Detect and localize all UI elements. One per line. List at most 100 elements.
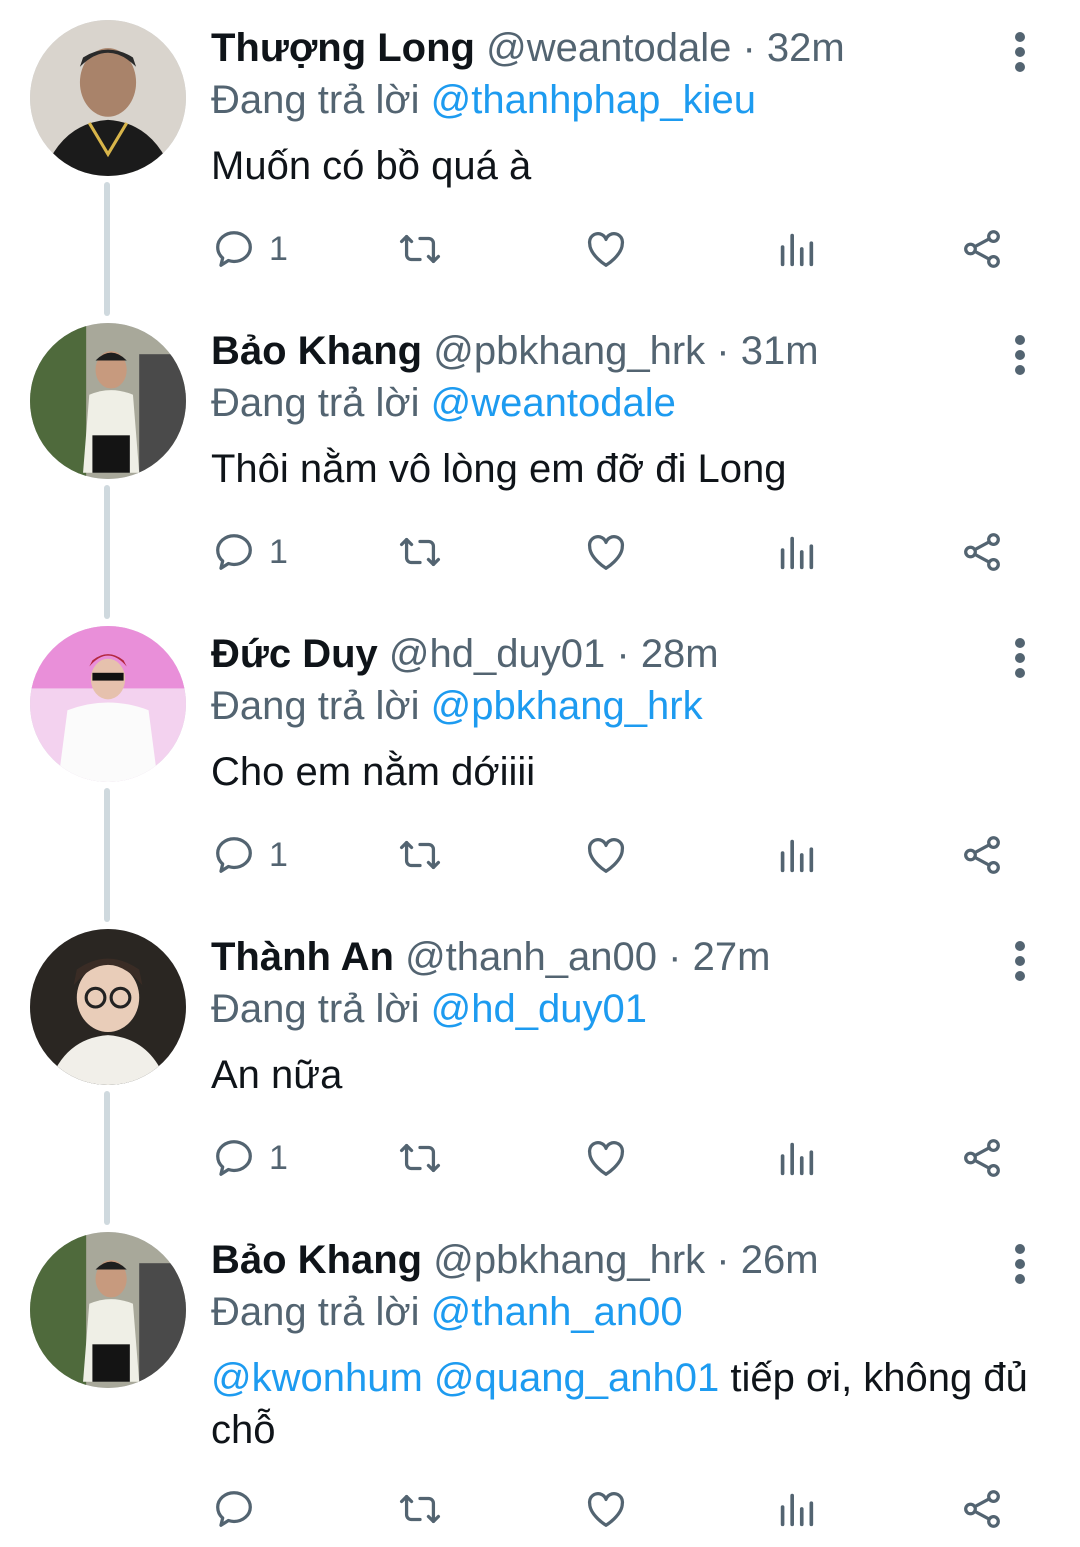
replying-to: Đang trả lời @pbkhang_hrk (211, 680, 1040, 732)
more-options-button[interactable] (1008, 329, 1032, 381)
replying-mention-link[interactable]: @hd_duy01 (431, 987, 647, 1031)
reply-tweet[interactable]: Bảo Khang @pbkhang_hrk · 26m Đang trả lờ… (0, 1212, 1080, 1547)
separator-dot: · (668, 935, 682, 979)
like-button[interactable] (583, 1479, 629, 1539)
replying-to: Đang trả lời @hd_duy01 (211, 983, 1040, 1035)
views-icon (780, 1142, 814, 1176)
display-name[interactable]: Bảo Khang (211, 1238, 422, 1282)
more-vertical-icon (1015, 365, 1025, 375)
retweet-icon (399, 1494, 441, 1524)
timestamp[interactable]: 32m (767, 26, 845, 70)
tweet-text-content: An nữa (211, 1053, 343, 1097)
share-icon (964, 533, 1000, 571)
views-button[interactable] (773, 1479, 819, 1539)
reply-tweet[interactable]: Bảo Khang @pbkhang_hrk · 31m Đang trả lờ… (0, 303, 1080, 603)
replying-to: Đang trả lời @thanhphap_kieu (211, 74, 1040, 126)
avatar[interactable] (30, 323, 186, 479)
tweet-actions: 1 (211, 1128, 1031, 1188)
reply-icon (216, 1140, 252, 1176)
views-button[interactable] (773, 522, 819, 582)
more-options-button[interactable] (1008, 26, 1032, 78)
avatar[interactable] (30, 1232, 186, 1388)
replying-label: Đang trả lời (211, 684, 420, 728)
display-name[interactable]: Thượng Long (211, 26, 475, 70)
user-handle[interactable]: @weantodale (486, 26, 731, 70)
timestamp[interactable]: 31m (741, 329, 819, 373)
more-vertical-icon (1015, 335, 1025, 345)
avatar[interactable] (30, 929, 186, 1085)
avatar[interactable] (30, 626, 186, 782)
tweet-text-content: Muốn có bồ quá à (211, 144, 532, 188)
share-icon (964, 230, 1000, 268)
display-name[interactable]: Đức Duy (211, 632, 378, 676)
like-button[interactable] (583, 825, 629, 885)
retweet-button[interactable] (397, 522, 443, 582)
retweet-icon (399, 537, 441, 567)
replying-mention-link[interactable]: @thanhphap_kieu (431, 78, 756, 122)
display-name[interactable]: Thành An (211, 935, 394, 979)
heart-icon (587, 1492, 625, 1527)
more-options-button[interactable] (1008, 935, 1032, 987)
tweet-header: Thượng Long @weantodale · 32m (211, 22, 1040, 74)
body-mentions[interactable]: @kwonhum @quang_anh01 (211, 1356, 719, 1400)
heart-icon (587, 1141, 625, 1176)
reply-button[interactable]: 1 (211, 219, 288, 279)
views-icon (780, 1493, 814, 1527)
like-button[interactable] (583, 522, 629, 582)
views-button[interactable] (773, 825, 819, 885)
retweet-icon (399, 840, 441, 870)
share-icon (964, 1139, 1000, 1177)
reply-button[interactable] (211, 1479, 269, 1539)
like-button[interactable] (583, 1128, 629, 1188)
replying-mention-link[interactable]: @thanh_an00 (431, 1290, 683, 1334)
timestamp[interactable]: 28m (641, 632, 719, 676)
reply-button[interactable]: 1 (211, 1128, 288, 1188)
separator-dot: · (716, 329, 730, 373)
reply-tweet[interactable]: Thượng Long @weantodale · 32m Đang trả l… (0, 0, 1080, 300)
retweet-button[interactable] (397, 219, 443, 279)
more-vertical-icon (1015, 1244, 1025, 1254)
retweet-button[interactable] (397, 1479, 443, 1539)
user-handle[interactable]: @pbkhang_hrk (433, 1238, 705, 1282)
tweet-text-content: Thôi nằm vô lòng em đỡ đi Long (211, 447, 787, 491)
reply-tweet[interactable]: Thành An @thanh_an00 · 27m Đang trả lời … (0, 909, 1080, 1209)
timestamp[interactable]: 27m (693, 935, 771, 979)
retweet-button[interactable] (397, 1128, 443, 1188)
tweet-text: Thôi nằm vô lòng em đỡ đi Long (211, 443, 1040, 495)
avatar[interactable] (30, 20, 186, 176)
tweet-actions: 1 (211, 522, 1031, 582)
timestamp[interactable]: 26m (741, 1238, 819, 1282)
retweet-button[interactable] (397, 825, 443, 885)
reply-button[interactable]: 1 (211, 825, 288, 885)
like-button[interactable] (583, 219, 629, 279)
reply-count: 1 (269, 835, 288, 874)
separator-dot: · (616, 632, 630, 676)
heart-icon (587, 232, 625, 267)
more-vertical-icon (1015, 47, 1025, 57)
share-button[interactable] (959, 825, 1005, 885)
views-button[interactable] (773, 1128, 819, 1188)
reply-count: 1 (269, 1138, 288, 1177)
reply-button[interactable]: 1 (211, 522, 288, 582)
more-options-button[interactable] (1008, 632, 1032, 684)
tweet-actions: 1 (211, 219, 1031, 279)
share-button[interactable] (959, 522, 1005, 582)
replying-mention-link[interactable]: @pbkhang_hrk (431, 684, 703, 728)
share-button[interactable] (959, 1479, 1005, 1539)
replying-mention-link[interactable]: @weantodale (431, 381, 676, 425)
retweet-icon (399, 234, 441, 264)
user-handle[interactable]: @hd_duy01 (389, 632, 605, 676)
more-vertical-icon (1015, 32, 1025, 42)
user-handle[interactable]: @pbkhang_hrk (433, 329, 705, 373)
more-options-button[interactable] (1008, 1238, 1032, 1290)
replying-label: Đang trả lời (211, 78, 420, 122)
separator-dot: · (742, 26, 756, 70)
user-handle[interactable]: @thanh_an00 (405, 935, 657, 979)
views-button[interactable] (773, 219, 819, 279)
reply-icon (216, 1491, 252, 1527)
tweet-text: @kwonhum @quang_anh01 tiếp ơi, không đủ … (211, 1352, 1040, 1456)
reply-tweet[interactable]: Đức Duy @hd_duy01 · 28m Đang trả lời @pb… (0, 606, 1080, 906)
share-button[interactable] (959, 1128, 1005, 1188)
display-name[interactable]: Bảo Khang (211, 329, 422, 373)
share-button[interactable] (959, 219, 1005, 279)
